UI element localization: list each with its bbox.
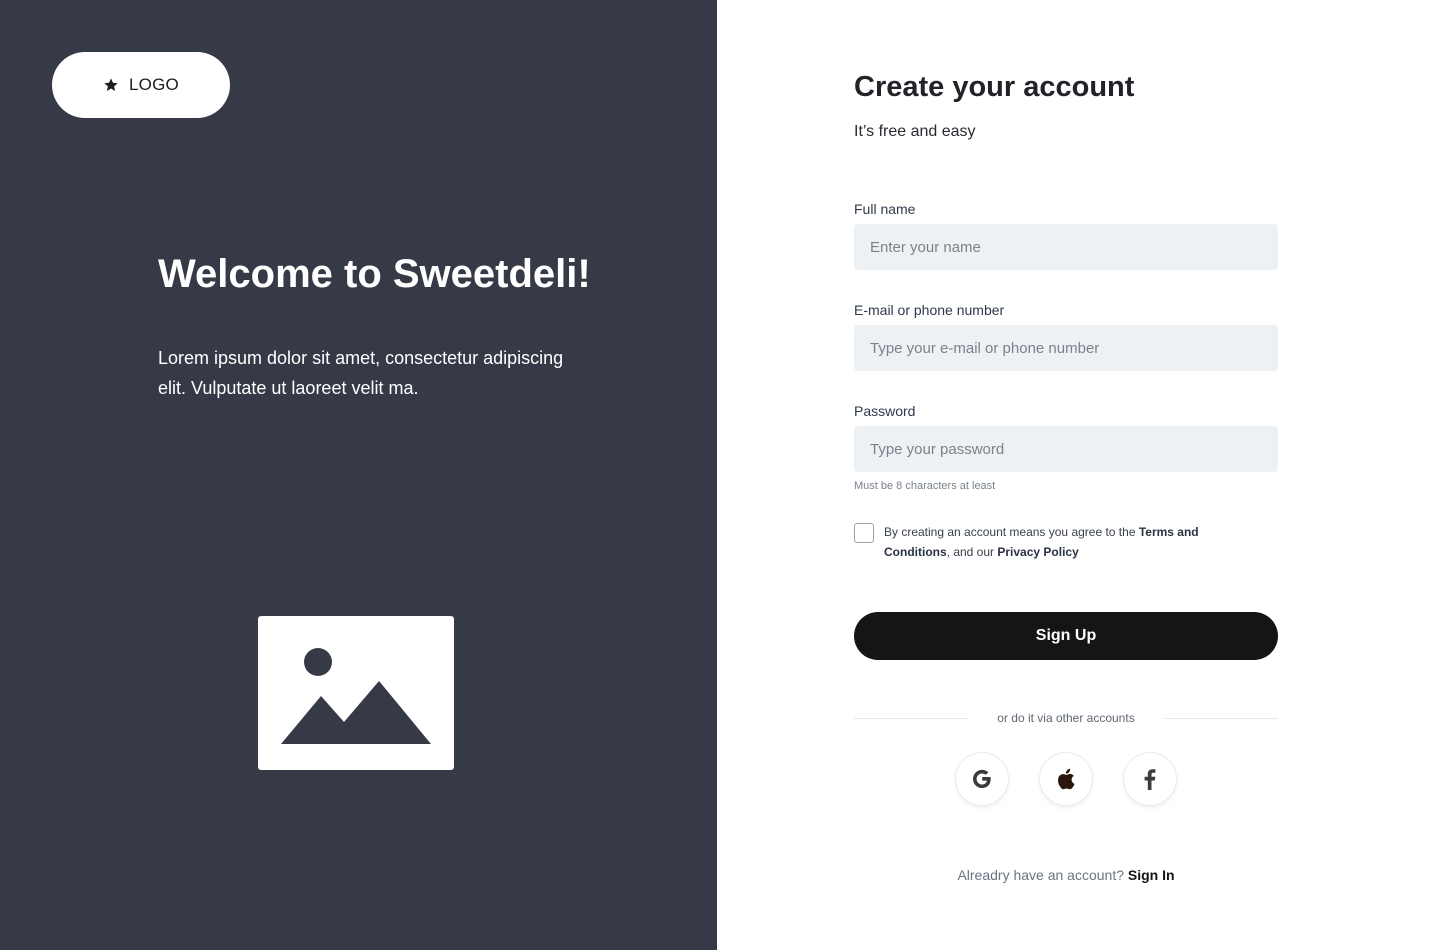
logo-button[interactable]: LOGO bbox=[52, 52, 230, 118]
terms-text: By creating an account means you agree t… bbox=[884, 522, 1254, 562]
terms-prefix: By creating an account means you agree t… bbox=[884, 525, 1139, 539]
privacy-link[interactable]: Privacy Policy bbox=[997, 545, 1078, 559]
form-subtitle: It’s free and easy bbox=[854, 123, 976, 140]
password-label: Password bbox=[854, 403, 916, 419]
google-icon bbox=[973, 769, 991, 789]
full-name-label: Full name bbox=[854, 201, 916, 217]
apple-icon bbox=[1058, 768, 1075, 790]
full-name-input[interactable] bbox=[854, 224, 1278, 270]
password-input[interactable] bbox=[854, 426, 1278, 472]
email-phone-input[interactable] bbox=[854, 325, 1278, 371]
signin-row: Alreadry have an account? Sign In bbox=[854, 867, 1278, 883]
logo-label: LOGO bbox=[129, 75, 179, 94]
image-placeholder bbox=[258, 616, 454, 770]
facebook-icon bbox=[1144, 769, 1156, 790]
terms-checkbox[interactable] bbox=[854, 523, 874, 543]
star-icon bbox=[104, 78, 118, 91]
facebook-signin-button[interactable] bbox=[1123, 752, 1177, 806]
brand-panel: LOGO Welcome to Sweetdeli! Lorem ipsum d… bbox=[0, 0, 717, 950]
sign-in-link[interactable]: Sign In bbox=[1128, 867, 1175, 883]
image-icon bbox=[281, 648, 431, 744]
divider-right bbox=[1164, 718, 1278, 719]
apple-signin-button[interactable] bbox=[1039, 752, 1093, 806]
email-phone-label: E-mail or phone number bbox=[854, 302, 1005, 318]
form-title: Create your account bbox=[854, 71, 1135, 103]
terms-middle: , and our bbox=[946, 545, 998, 559]
sign-up-button[interactable]: Sign Up bbox=[854, 612, 1278, 660]
signin-question: Alreadry have an account? bbox=[957, 867, 1124, 883]
password-hint: Must be 8 characters at least bbox=[854, 480, 996, 492]
welcome-text: Lorem ipsum dolor sit amet, consectetur … bbox=[158, 348, 564, 398]
welcome-title: Welcome to Sweetdeli! bbox=[158, 252, 591, 296]
google-signin-button[interactable] bbox=[955, 752, 1009, 806]
